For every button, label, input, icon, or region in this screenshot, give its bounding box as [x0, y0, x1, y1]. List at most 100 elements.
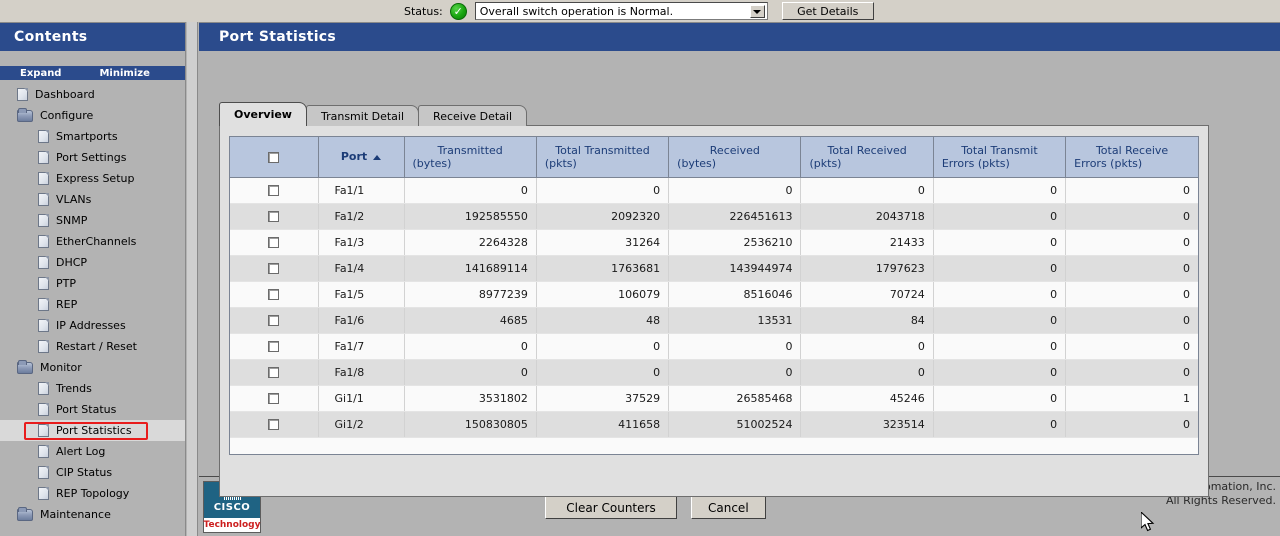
document-icon	[38, 403, 49, 416]
expand-link[interactable]: Expand	[20, 68, 61, 79]
tab-receive-detail[interactable]: Receive Detail	[418, 105, 528, 126]
column-header-transmitted[interactable]: Transmitted (bytes)	[404, 137, 537, 178]
tab-transmit-detail[interactable]: Transmit Detail	[305, 105, 420, 126]
cell-tx-bytes: 150830805	[404, 411, 537, 438]
sidebar-item-cip-status[interactable]: CIP Status	[0, 462, 185, 483]
table-row[interactable]: Fa1/1 0 0 0 0 0 0	[230, 177, 1198, 204]
cell-tx-err: 0	[933, 333, 1067, 360]
document-icon	[38, 151, 49, 164]
tab-label: Overview	[234, 108, 292, 121]
cell-port: Gi1/2	[318, 411, 405, 438]
row-checkbox[interactable]	[268, 393, 280, 404]
sidebar-item-etherchannels[interactable]: EtherChannels	[0, 231, 185, 252]
select-all-header	[230, 137, 319, 178]
column-header-total-received[interactable]: Total Received (pkts)	[800, 137, 934, 178]
sidebar-item-configure[interactable]: Configure	[0, 105, 185, 126]
column-header-total-transmit[interactable]: Total Transmit Errors (pkts)	[933, 137, 1067, 178]
row-checkbox[interactable]	[268, 289, 280, 300]
document-icon	[38, 466, 49, 479]
row-select-cell	[230, 411, 319, 438]
cell-tx-bytes: 2264328	[404, 229, 537, 256]
sidebar-item-port-status[interactable]: Port Status	[0, 399, 185, 420]
sidebar-item-label: REP Topology	[56, 487, 130, 500]
cell-rx-bytes: 26585468	[668, 385, 802, 412]
row-checkbox[interactable]	[268, 315, 280, 326]
cell-tx-bytes: 141689114	[404, 255, 537, 282]
sidebar-item-trends[interactable]: Trends	[0, 378, 185, 399]
sidebar-item-label: REP	[56, 298, 78, 311]
cell-rx-pkts: 0	[800, 177, 934, 204]
column-header-unit: (bytes)	[412, 156, 452, 170]
select-all-checkbox[interactable]	[268, 151, 280, 163]
row-checkbox[interactable]	[268, 185, 280, 196]
sidebar-item-port-statistics[interactable]: Port Statistics	[0, 420, 185, 441]
column-header-total-transmitted[interactable]: Total Transmitted (pkts)	[536, 137, 670, 178]
sidebar-item-maintenance[interactable]: Maintenance	[0, 504, 185, 525]
sidebar-item-rep-topology[interactable]: REP Topology	[0, 483, 185, 504]
table-row[interactable]: Gi1/2 150830805 411658 51002524 323514 0 0	[230, 411, 1198, 438]
table-row[interactable]: Fa1/2 192585550 2092320 226451613 2043718 0 0	[230, 203, 1198, 230]
column-header-unit: Errors (pkts)	[941, 156, 1010, 170]
sidebar-item-ptp[interactable]: PTP	[0, 273, 185, 294]
cell-tx-err: 0	[933, 177, 1067, 204]
cell-rx-bytes: 226451613	[668, 203, 802, 230]
row-checkbox[interactable]	[268, 211, 280, 222]
table-row[interactable]: Fa1/8 0 0 0 0 0 0	[230, 359, 1198, 386]
sidebar-item-vlans[interactable]: VLANs	[0, 189, 185, 210]
column-header-label: Total Received	[827, 143, 907, 157]
sidebar-item-restart-reset[interactable]: Restart / Reset	[0, 336, 185, 357]
get-details-button[interactable]: Get Details	[781, 2, 874, 20]
sidebar-title: Contents	[0, 23, 185, 51]
row-select-cell	[230, 203, 319, 230]
tab-overview[interactable]: Overview	[219, 102, 307, 126]
status-message-text: Overall switch operation is Normal.	[479, 4, 674, 18]
table-header-row: Port Transmitted (bytes) Total Transmitted(…	[230, 137, 1198, 178]
sidebar-item-label: Configure	[40, 109, 94, 122]
row-checkbox[interactable]	[268, 419, 280, 430]
table-row[interactable]: Fa1/3 2264328 31264 2536210 21433 0 0	[230, 229, 1198, 256]
sidebar-item-rep[interactable]: REP	[0, 294, 185, 315]
column-header-unit: (pkts)	[544, 156, 577, 170]
cell-rx-pkts: 2043718	[800, 203, 934, 230]
column-header-port[interactable]: Port	[318, 137, 405, 178]
cancel-button[interactable]: Cancel	[691, 496, 766, 519]
check-circle-icon: ✓	[449, 2, 467, 20]
sidebar-item-snmp[interactable]: SNMP	[0, 210, 185, 231]
chevron-down-icon[interactable]	[749, 5, 765, 18]
cell-tx-pkts: 106079	[536, 281, 670, 308]
footer-buttons: Clear Counters Cancel	[545, 496, 766, 519]
row-checkbox[interactable]	[268, 367, 280, 378]
sidebar-item-monitor[interactable]: Monitor	[0, 357, 185, 378]
sort-ascending-icon	[373, 154, 382, 160]
table-row[interactable]: Fa1/4 141689114 1763681 143944974 1797623 0 0	[230, 255, 1198, 282]
sidebar-item-alert-log[interactable]: Alert Log	[0, 441, 185, 462]
document-icon	[38, 340, 49, 353]
document-icon	[38, 214, 49, 227]
column-header-total-receive[interactable]: Total Receive Errors (pkts)	[1065, 137, 1198, 178]
sidebar-item-dashboard[interactable]: Dashboard	[0, 84, 185, 105]
row-checkbox[interactable]	[268, 263, 280, 274]
column-header-received[interactable]: Received (bytes)	[668, 137, 802, 178]
table-row[interactable]: Fa1/6 4685 48 13531 84 0 0	[230, 307, 1198, 334]
cell-tx-bytes: 0	[404, 177, 537, 204]
table-row[interactable]: Gi1/1 3531802 37529 26585468 45246 0 1	[230, 385, 1198, 412]
cell-tx-pkts: 0	[536, 359, 670, 386]
pane-splitter[interactable]	[187, 22, 198, 536]
folder-icon	[17, 360, 33, 374]
sidebar-item-dhcp[interactable]: DHCP	[0, 252, 185, 273]
document-icon	[38, 424, 49, 437]
minimize-link[interactable]: Minimize	[99, 68, 149, 79]
clear-counters-button[interactable]: Clear Counters	[545, 496, 677, 519]
cell-tx-bytes: 192585550	[404, 203, 537, 230]
sidebar-item-label: Port Settings	[56, 151, 127, 164]
sidebar-item-ip-addresses[interactable]: IP Addresses	[0, 315, 185, 336]
status-message-dropdown[interactable]: Overall switch operation is Normal.	[474, 2, 768, 20]
sidebar-item-express-setup[interactable]: Express Setup	[0, 168, 185, 189]
table-row[interactable]: Fa1/7 0 0 0 0 0 0	[230, 333, 1198, 360]
sidebar-item-smartports[interactable]: Smartports	[0, 126, 185, 147]
document-icon	[38, 445, 49, 458]
table-row[interactable]: Fa1/5 8977239 106079 8516046 70724 0 0	[230, 281, 1198, 308]
row-checkbox[interactable]	[268, 237, 280, 248]
sidebar-item-port-settings[interactable]: Port Settings	[0, 147, 185, 168]
row-checkbox[interactable]	[268, 341, 280, 352]
